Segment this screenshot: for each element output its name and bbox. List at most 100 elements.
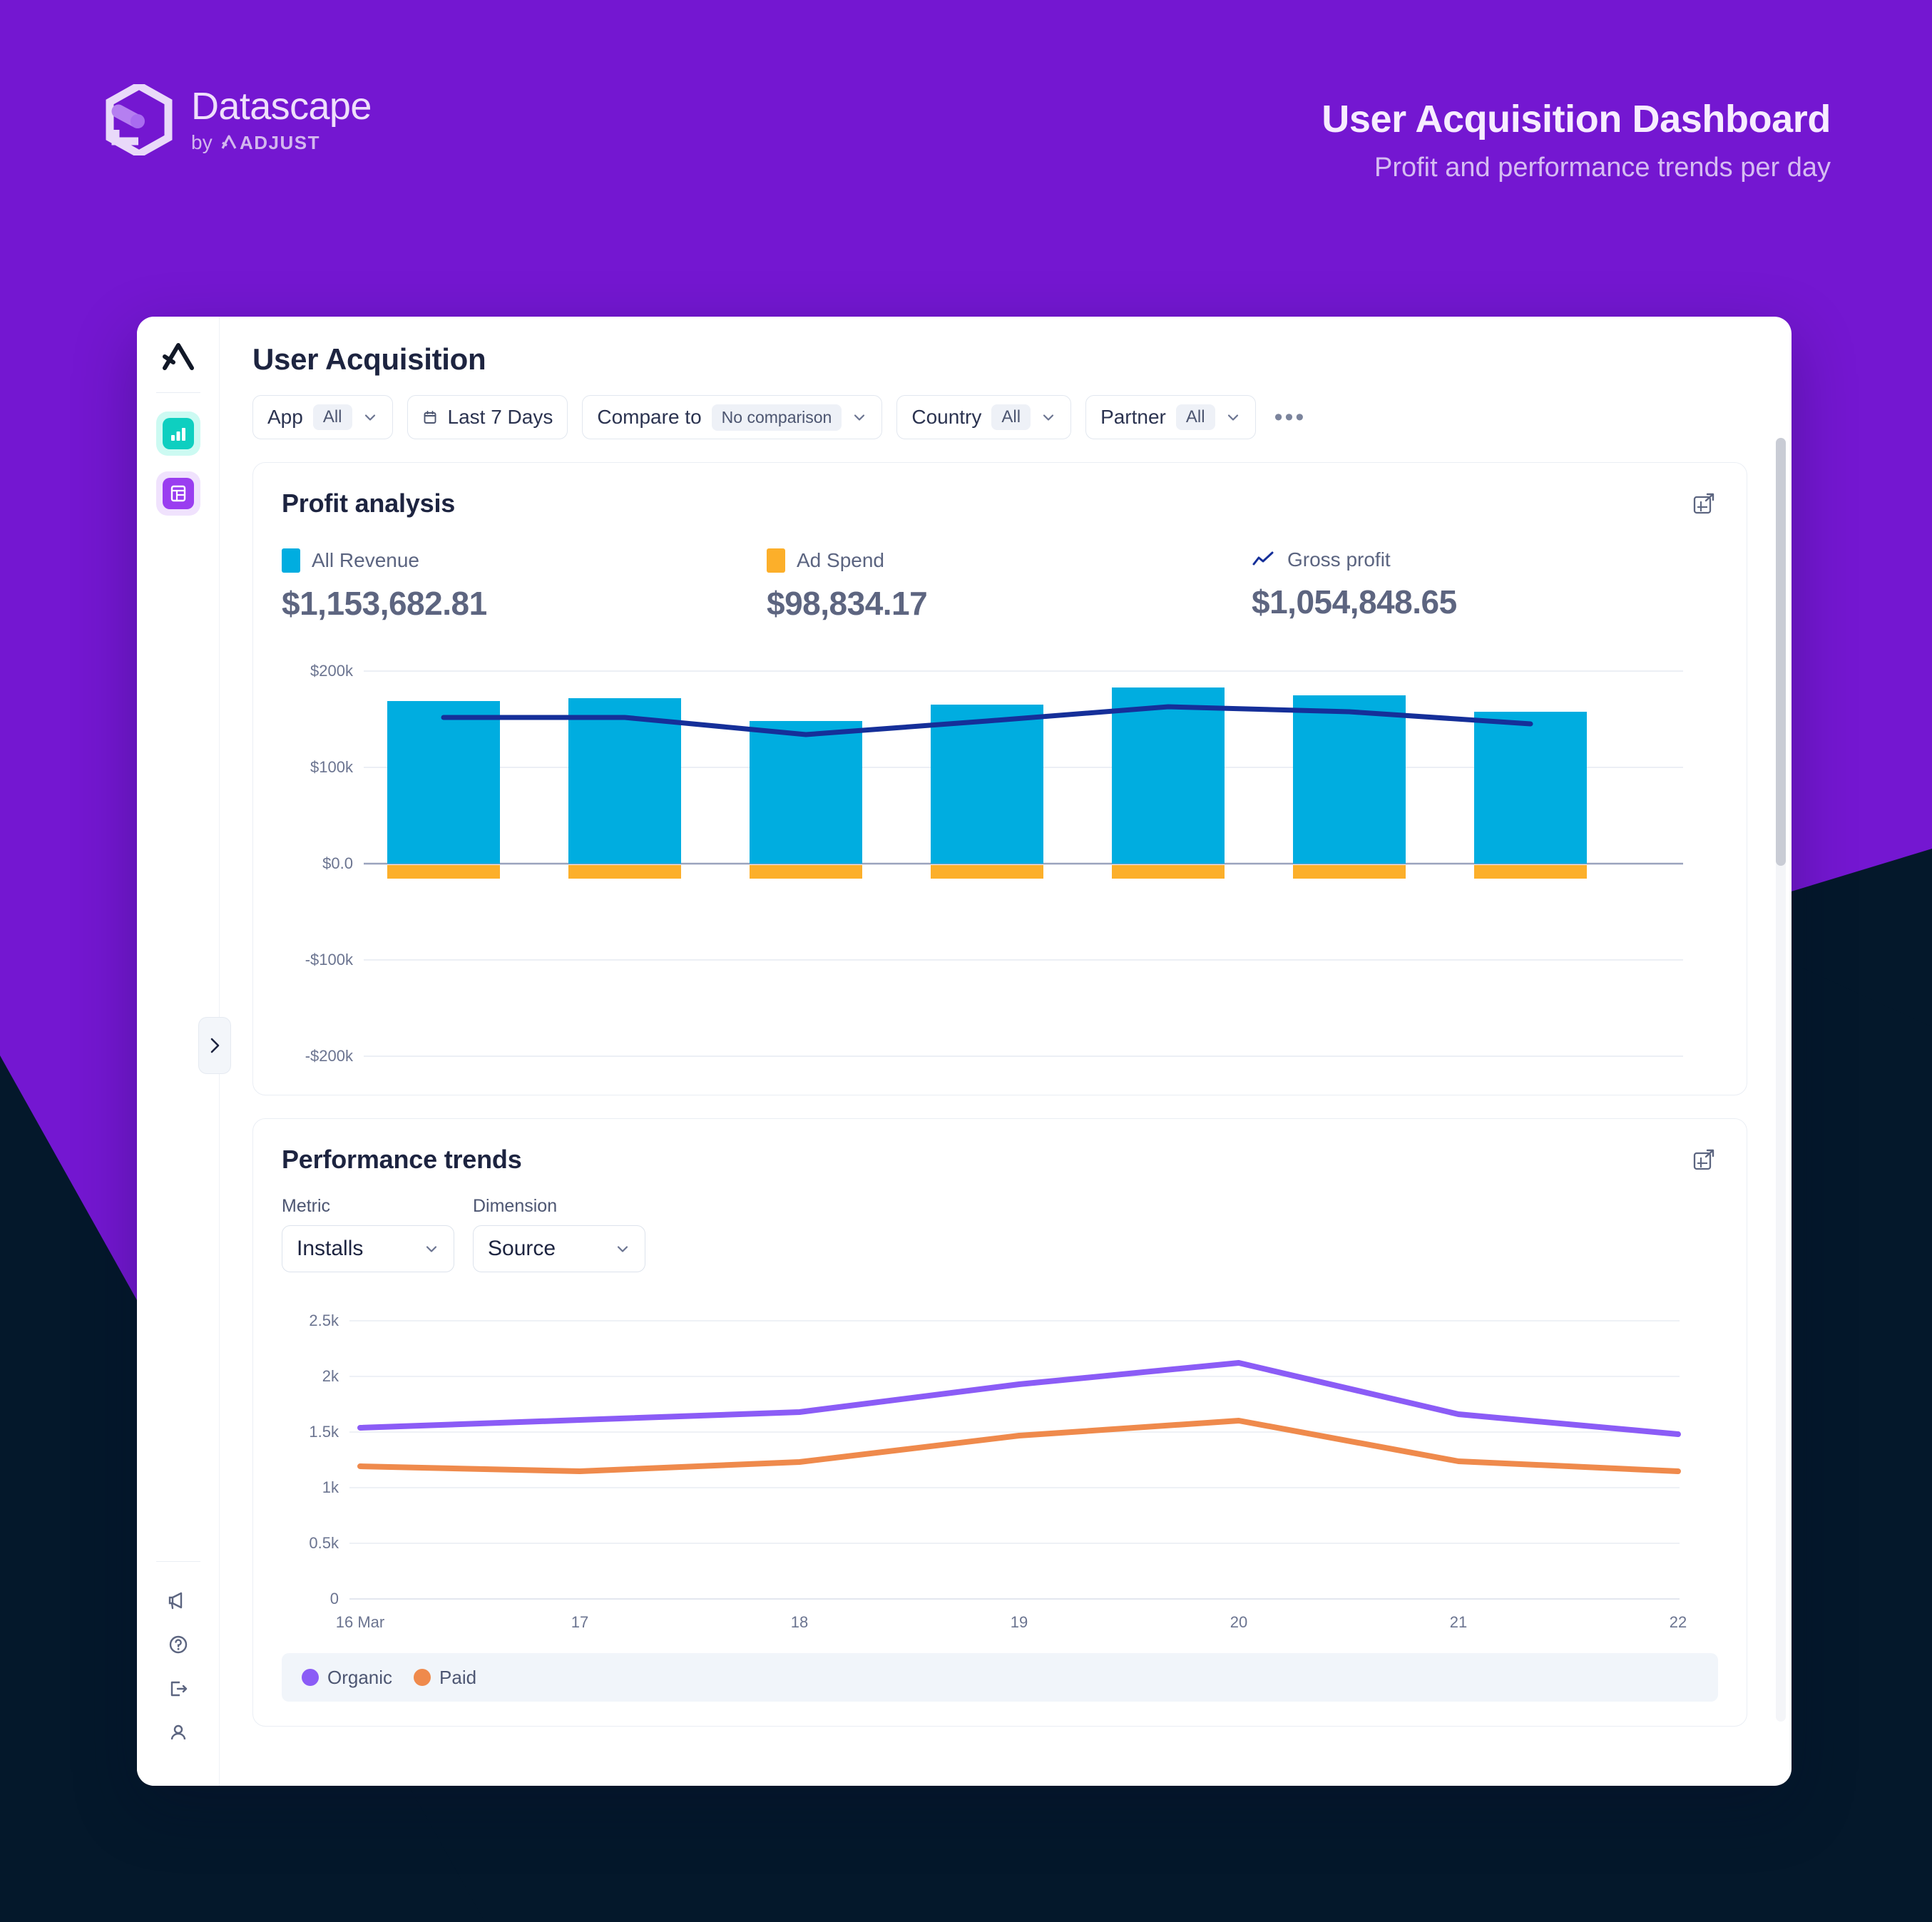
filter-overflow-button[interactable]: ••• <box>1270 404 1307 431</box>
brand-by: by <box>191 131 213 153</box>
chevron-down-icon <box>1227 414 1238 421</box>
megaphone-icon[interactable] <box>158 1580 198 1620</box>
question-circle-icon[interactable] <box>158 1625 198 1665</box>
svg-text:$200k: $200k <box>310 662 354 680</box>
scrollbar-thumb[interactable] <box>1776 438 1786 866</box>
filter-app[interactable]: App All <box>252 395 393 439</box>
logout-icon[interactable] <box>158 1669 198 1709</box>
profit-analysis-chart: $200k $100k $0.0 -$100k -$200k <box>282 657 1718 1070</box>
filter-compare-to[interactable]: Compare to No comparison <box>582 395 883 439</box>
performance-trends-title: Performance trends <box>282 1145 522 1174</box>
page-title: User Acquisition <box>252 342 486 376</box>
svg-text:1k: 1k <box>322 1478 339 1496</box>
profit-ad-spend-bars <box>387 865 1587 879</box>
main-content: User Acquisition App All Last 7 Days Com… <box>220 317 1792 1786</box>
revenue-color-swatch <box>282 548 300 573</box>
dimension-select-value: Source <box>488 1237 556 1260</box>
page-title-main: User Acquisition Dashboard <box>1322 98 1831 140</box>
sidebar-item-tables[interactable] <box>155 471 200 516</box>
chevron-down-icon <box>617 1246 628 1252</box>
performance-selectors: Metric Installs Dimension Source <box>282 1196 1718 1272</box>
datascape-hexagon-logo-icon <box>106 84 173 155</box>
brand-parent-text: ADJUST <box>239 132 320 153</box>
kpi-ad-spend: Ad Spend $98,834.17 <box>767 548 1252 623</box>
filter-compare-to-label: Compare to <box>597 406 702 428</box>
sidebar-divider-top <box>155 392 200 393</box>
performance-legend: Organic Paid <box>282 1653 1718 1702</box>
svg-text:$0.0: $0.0 <box>322 854 353 872</box>
svg-text:2k: 2k <box>322 1367 339 1385</box>
svg-text:-$200k: -$200k <box>305 1047 354 1065</box>
filter-country[interactable]: Country All <box>896 395 1072 439</box>
svg-text:-$100k: -$100k <box>305 951 354 968</box>
filter-country-value: All <box>991 404 1031 430</box>
filter-partner-value: All <box>1175 404 1215 430</box>
svg-text:1.5k: 1.5k <box>309 1423 339 1441</box>
profit-chart-svg: $200k $100k $0.0 -$100k -$200k <box>305 662 1683 1065</box>
bar-chart-icon <box>162 418 194 449</box>
performance-trends-chart: 2.5k 2k 1.5k 1k 0.5k 0 16 Mar 17 18 19 2… <box>282 1307 1718 1635</box>
svg-text:19: 19 <box>1011 1613 1028 1631</box>
svg-text:17: 17 <box>571 1613 588 1631</box>
export-expand-icon[interactable] <box>1688 489 1719 520</box>
filter-date-range-label: Last 7 Days <box>447 406 553 428</box>
adjust-mark-icon <box>221 135 237 149</box>
adjust-logo-icon[interactable] <box>160 338 197 375</box>
sidebar-collapse-button[interactable] <box>198 1017 231 1074</box>
filter-partner-label: Partner <box>1100 406 1166 428</box>
dimension-label: Dimension <box>473 1196 558 1216</box>
performance-x-tick-labels: 16 Mar 17 18 19 20 21 22 <box>336 1613 1687 1631</box>
kpi-gross-profit-value: $1,054,848.65 <box>1252 583 1457 620</box>
legend-organic-label: Organic <box>327 1666 393 1688</box>
table-grid-icon <box>162 478 194 509</box>
performance-paid-line <box>357 1418 1681 1474</box>
filter-bar: App All Last 7 Days Compare to No compar… <box>252 395 1747 439</box>
filter-app-value: All <box>312 404 352 430</box>
performance-chart-svg: 2.5k 2k 1.5k 1k 0.5k 0 16 Mar 17 18 19 2… <box>309 1312 1687 1631</box>
chevron-down-icon <box>854 414 865 421</box>
svg-text:0.5k: 0.5k <box>309 1534 339 1552</box>
sidebar-divider-bottom <box>155 1561 200 1562</box>
svg-text:22: 22 <box>1670 1613 1687 1631</box>
line-trend-icon <box>1252 551 1274 566</box>
dimension-selector-group: Dimension Source <box>473 1196 645 1272</box>
profit-analysis-card: Profit analysis All Revenue $1,153,682.8… <box>252 462 1747 1095</box>
svg-text:21: 21 <box>1450 1613 1467 1631</box>
app-window: User Acquisition App All Last 7 Days Com… <box>137 317 1792 1786</box>
export-expand-icon[interactable] <box>1688 1145 1719 1176</box>
chevron-down-icon <box>1043 414 1054 421</box>
svg-text:18: 18 <box>791 1613 808 1631</box>
svg-text:16 Mar: 16 Mar <box>336 1613 384 1631</box>
performance-organic-line <box>357 1360 1681 1437</box>
legend-item-organic[interactable]: Organic <box>302 1667 392 1689</box>
page-header: Datascape by ADJUST User Acquisition Das… <box>0 0 1932 214</box>
metric-label: Metric <box>282 1196 331 1216</box>
chevron-down-icon <box>426 1246 437 1252</box>
sidebar-item-analytics[interactable] <box>155 412 200 456</box>
filter-partner[interactable]: Partner All <box>1085 395 1256 439</box>
ad-spend-color-swatch <box>767 548 785 573</box>
legend-item-paid[interactable]: Paid <box>414 1667 476 1689</box>
dimension-select[interactable]: Source <box>473 1225 645 1272</box>
user-icon[interactable] <box>158 1713 198 1753</box>
filter-date-range[interactable]: Last 7 Days <box>407 395 568 439</box>
page-subtitle: Profit and performance trends per day <box>1374 153 1831 183</box>
filter-compare-to-value: No comparison <box>711 404 842 431</box>
kpi-ad-spend-label: Ad Spend <box>797 549 884 571</box>
svg-text:2.5k: 2.5k <box>309 1312 339 1329</box>
header-titles: User Acquisition Dashboard Profit and pe… <box>1322 97 1831 183</box>
svg-text:0: 0 <box>330 1590 339 1607</box>
profit-kpi-row: All Revenue $1,153,682.81 Ad Spend $98,8… <box>282 548 1718 623</box>
brand-parent: ADJUST <box>220 133 320 152</box>
metric-select-value: Installs <box>297 1237 364 1260</box>
filter-app-label: App <box>267 406 303 428</box>
chevron-down-icon <box>364 414 375 421</box>
profit-analysis-title: Profit analysis <box>282 489 456 518</box>
svg-text:$100k: $100k <box>310 758 354 776</box>
brand-subline: by ADJUST <box>191 133 372 153</box>
calendar-icon <box>424 411 436 424</box>
kpi-gross-profit-label: Gross profit <box>1287 548 1391 571</box>
metric-select[interactable]: Installs <box>282 1225 454 1272</box>
legend-paid-label: Paid <box>439 1666 477 1688</box>
kpi-ad-spend-value: $98,834.17 <box>767 585 928 622</box>
